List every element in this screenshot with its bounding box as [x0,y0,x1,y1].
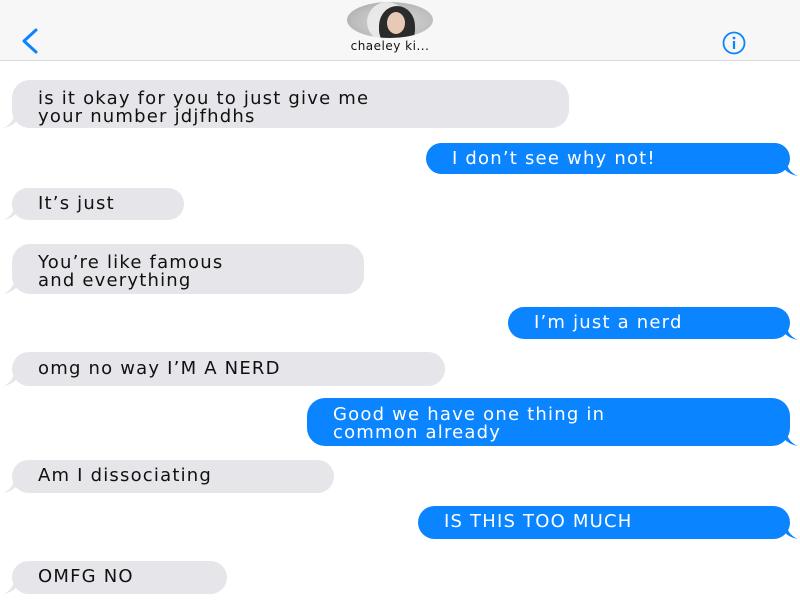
message-bubble-received[interactable]: omg no way I’M A NERD [12,352,445,386]
message-bubble-sent[interactable]: I’m just a nerd [508,307,790,339]
info-icon[interactable] [722,31,746,55]
bubble-tail [3,368,21,386]
contact-avatar[interactable] [347,2,433,38]
bubble-tail [780,521,798,539]
contact-name[interactable]: chaeley ki... [0,39,780,53]
bubble-tail [3,202,21,220]
bubble-tail [3,110,21,128]
bubble-tail [3,576,21,594]
message-bubble-sent[interactable]: Good we have one thing in common already [307,398,790,446]
bubble-tail [780,158,798,176]
bubble-tail [780,428,798,446]
bubble-tail [3,475,21,493]
message-bubble-sent[interactable]: IS THIS TOO MUCH [418,506,790,539]
message-bubble-sent[interactable]: I don’t see why not! [426,143,790,174]
message-bubble-received[interactable]: Am I dissociating [12,460,334,493]
message-bubble-received[interactable]: You’re like famous and everything [12,244,364,294]
bubble-tail [3,276,21,294]
message-bubble-received[interactable]: is it okay for you to just give me your … [12,80,569,128]
bubble-tail [780,322,798,340]
conversation-header: chaeley ki... [0,0,800,61]
message-bubble-received[interactable]: It’s just [12,188,184,220]
message-bubble-received[interactable]: OMFG NO [12,561,227,594]
